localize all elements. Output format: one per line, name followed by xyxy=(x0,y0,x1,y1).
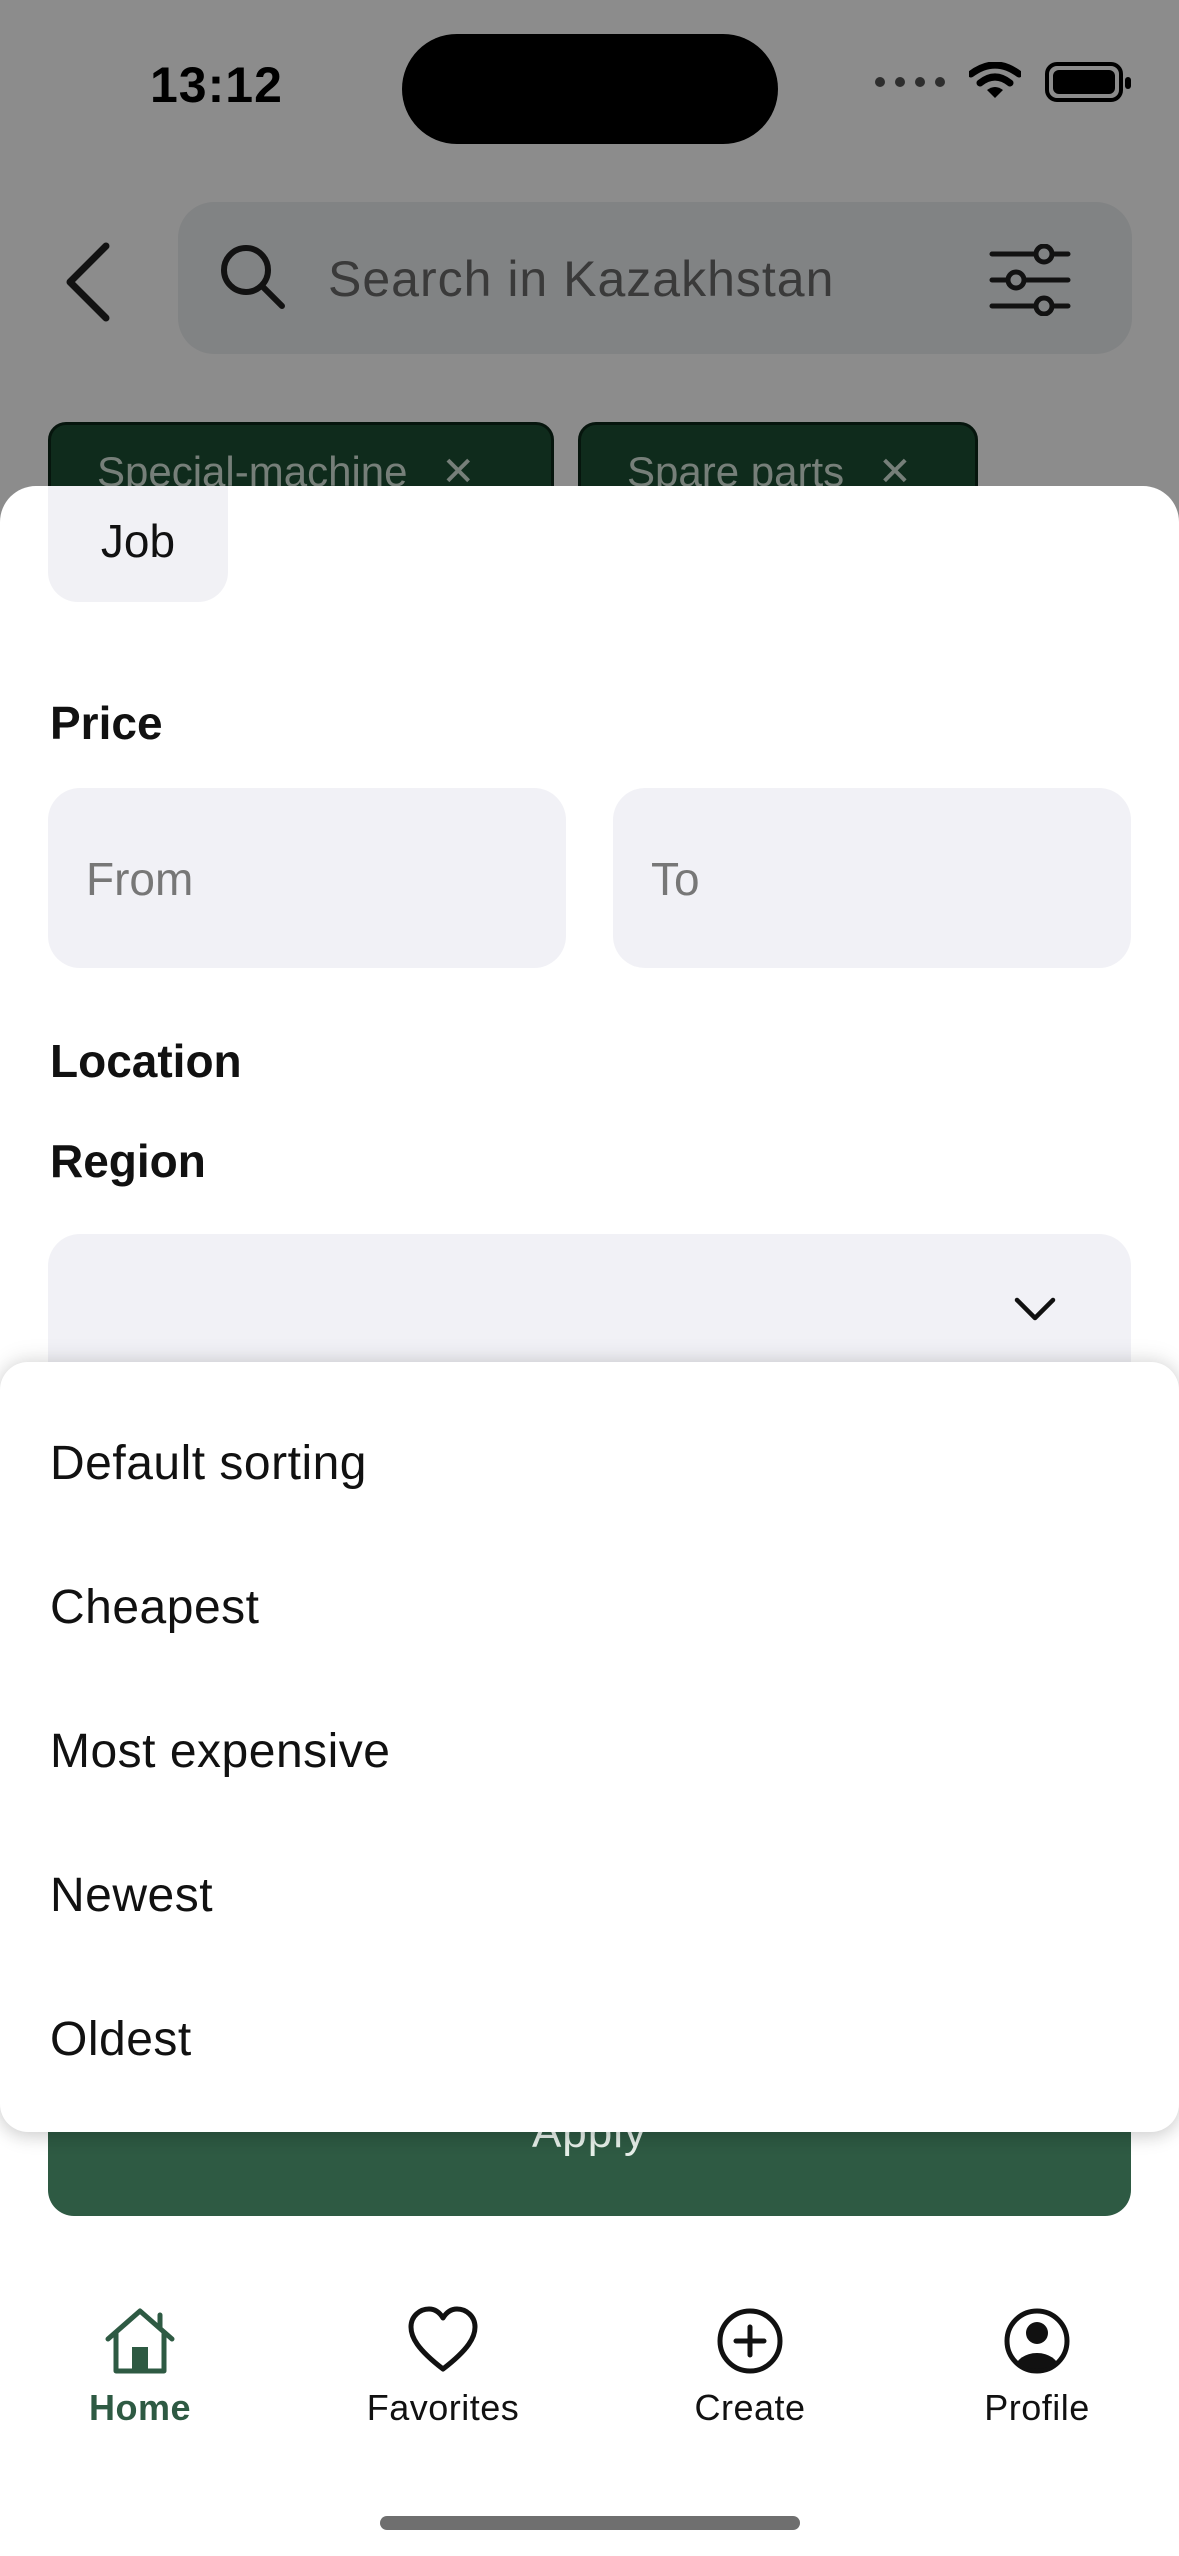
price-from-input[interactable] xyxy=(84,846,528,912)
profile-icon xyxy=(1004,2308,1070,2374)
sort-option-default[interactable]: Default sorting xyxy=(50,1436,367,1491)
category-option-label: Job xyxy=(100,515,176,567)
tab-label: Create xyxy=(694,2387,806,2428)
heart-icon xyxy=(408,2306,478,2372)
home-indicator[interactable] xyxy=(380,2516,800,2530)
sort-dropdown-menu: Default sorting Cheapest Most expensive … xyxy=(0,1362,1179,2132)
home-icon xyxy=(105,2308,175,2374)
bottom-tab-bar: Home Favorites Create Profile xyxy=(0,2275,1179,2556)
location-label: Location xyxy=(50,1035,242,1087)
sort-option-oldest[interactable]: Oldest xyxy=(50,2012,192,2067)
category-option-job[interactable]: Job xyxy=(48,486,228,602)
sort-option-most-expensive[interactable]: Most expensive xyxy=(50,1724,391,1779)
tab-profile[interactable]: Profile xyxy=(927,2305,1147,2429)
tab-label: Home xyxy=(88,2387,192,2428)
region-label: Region xyxy=(50,1135,206,1187)
price-label: Price xyxy=(50,697,163,749)
sort-option-newest[interactable]: Newest xyxy=(50,1868,213,1923)
tab-home[interactable]: Home xyxy=(30,2305,250,2429)
plus-circle-icon xyxy=(717,2308,783,2374)
price-from-field[interactable] xyxy=(48,788,566,968)
sort-option-cheapest[interactable]: Cheapest xyxy=(50,1580,259,1635)
price-to-field[interactable] xyxy=(613,788,1131,968)
price-to-input[interactable] xyxy=(649,846,1093,912)
tab-create[interactable]: Create xyxy=(640,2305,860,2429)
chevron-down-icon xyxy=(1014,1297,1056,1321)
tab-favorites[interactable]: Favorites xyxy=(333,2305,553,2429)
tab-label: Profile xyxy=(984,2387,1090,2428)
tab-label: Favorites xyxy=(366,2387,520,2428)
